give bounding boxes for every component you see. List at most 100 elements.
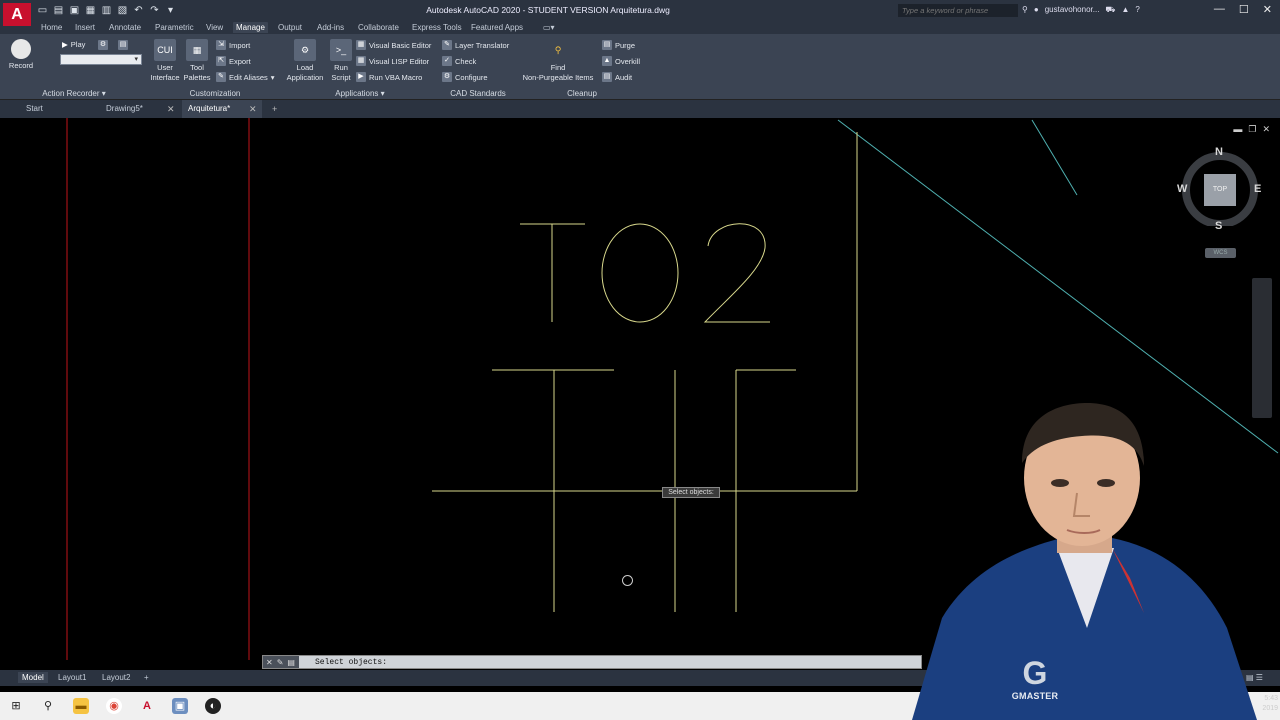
edit-aliases-button[interactable]: ✎ Edit Aliases ▾ (216, 72, 275, 82)
gmaster-logo-icon: G (1022, 655, 1048, 691)
cad-standards-panel: ✎ Layer Translator ✓ Check ⚙ Configure CAD … (438, 34, 518, 100)
layer-translator-button[interactable]: ✎ Layer Translator (442, 40, 509, 50)
autocad-taskbar-icon[interactable]: A (139, 698, 155, 714)
digit-2-stroke[interactable] (703, 223, 770, 323)
compass-east[interactable]: E (1254, 183, 1261, 195)
tab-home[interactable]: Home (38, 22, 65, 33)
autocad-logo-icon[interactable]: A (3, 3, 31, 26)
doc-tab-start[interactable]: Start (20, 100, 100, 118)
import-button[interactable]: ⇲ Import (216, 40, 250, 50)
command-prompt-text: Select objects: (315, 658, 388, 667)
window-controls: — ☐ ✕ (1214, 3, 1272, 16)
command-line[interactable]: ✕ ✎ ▤ Select objects: (262, 655, 922, 669)
run-script-button[interactable]: >_ Run Script (328, 39, 354, 83)
play-button[interactable]: ▶ Play (62, 40, 85, 49)
viewport-close-icon[interactable]: ✕ (1262, 124, 1270, 135)
minimize-button[interactable]: — (1214, 3, 1225, 16)
cyan-diagonal-line[interactable] (1031, 119, 1078, 196)
close-button[interactable]: ✕ (1263, 3, 1272, 16)
tab-add-ins[interactable]: Add-ins (314, 22, 347, 33)
command-recent-icon[interactable]: ▤ (287, 658, 295, 667)
maximize-button[interactable]: ☐ (1239, 3, 1249, 16)
viewport-minimize-icon[interactable]: ▬ (1233, 124, 1242, 135)
check-icon: ✓ (442, 56, 452, 66)
tool-palettes-icon: ▦ (186, 39, 208, 61)
visual-basic-editor-button[interactable]: ▦ Visual Basic Editor (356, 40, 431, 50)
tab-view[interactable]: View (203, 22, 226, 33)
cursor-tooltip: Select objects: (662, 487, 720, 498)
lisp-editor-icon: ▦ (356, 56, 366, 66)
layer-translator-icon: ✎ (442, 40, 452, 50)
vba-macro-icon: ▶ (356, 72, 366, 82)
record-icon (11, 39, 31, 59)
chrome-icon[interactable]: ◉ (106, 698, 122, 714)
file-explorer-icon[interactable]: ▬ (73, 698, 89, 714)
command-customize-icon[interactable]: ✎ (277, 658, 284, 667)
user-interface-button[interactable]: CUI User Interface (148, 39, 182, 83)
compass-west[interactable]: W (1177, 183, 1187, 195)
audit-button[interactable]: ▤ Audit (602, 72, 632, 82)
action-recorder-title[interactable]: Action Recorder ▾ (0, 89, 148, 98)
record-label: Record (8, 61, 34, 70)
autodesk-a360-icon[interactable]: ▲ (1122, 5, 1130, 15)
tab-annotate[interactable]: Annotate (106, 22, 144, 33)
tab-parametric[interactable]: Parametric (152, 22, 197, 33)
viewcube-top-face[interactable]: TOP (1204, 174, 1236, 206)
run-script-icon: >_ (330, 39, 352, 61)
cart-icon[interactable]: ⛟ (1105, 5, 1115, 15)
layout-tab-layout1[interactable]: Layout1 (54, 672, 90, 683)
presenter-video (912, 403, 1257, 720)
ribbon-options-icon[interactable]: ▭▾ (540, 22, 558, 33)
overkill-button[interactable]: ▲ Overkill (602, 56, 640, 66)
tab-collaborate[interactable]: Collaborate (355, 22, 402, 33)
applications-title[interactable]: Applications ▾ (282, 89, 438, 98)
run-vba-macro-button[interactable]: ▶ Run VBA Macro (356, 72, 422, 82)
new-tab-icon[interactable]: + (272, 100, 277, 118)
gmaster-brand: GMASTER (1011, 691, 1059, 701)
username[interactable]: gustavohonor... (1045, 5, 1100, 15)
viewcube[interactable]: N S E W TOP (1177, 146, 1261, 232)
recorder-options-icon[interactable]: ⚙ (98, 40, 108, 50)
customization-title: Customization (189, 89, 241, 98)
find-non-purgeable-button[interactable]: ⚲ Find Non-Purgeable Items (518, 39, 598, 83)
visual-lisp-editor-button[interactable]: ▦ Visual LISP Editor (356, 56, 429, 66)
windows-start-icon[interactable]: ⊞ (8, 698, 24, 714)
wcs-menu[interactable]: WCS (1205, 248, 1236, 258)
user-icon[interactable]: ● (1034, 5, 1039, 15)
macro-select[interactable]: ▾ (60, 54, 142, 65)
viewport-restore-icon[interactable]: ❐ (1248, 124, 1256, 135)
tab-featured-apps[interactable]: Featured Apps (468, 22, 526, 33)
tab-manage[interactable]: Manage (233, 22, 268, 33)
layout-tab-layout2[interactable]: Layout2 (98, 672, 134, 683)
command-close-icon[interactable]: ✕ (266, 658, 273, 667)
binoculars-icon[interactable]: ⚲ (1022, 5, 1028, 15)
compass-north[interactable]: N (1215, 146, 1223, 158)
broom-search-icon: ⚲ (554, 45, 562, 55)
search-icon[interactable]: ⚲ (40, 698, 56, 714)
navigation-bar[interactable] (1252, 278, 1272, 418)
load-application-button[interactable]: ⚙ Load Application (284, 39, 326, 83)
tab-output[interactable]: Output (275, 22, 305, 33)
record-button[interactable]: Record (6, 39, 36, 71)
letter-o-stroke[interactable] (601, 223, 679, 323)
app-window-icon[interactable]: ▣ (172, 698, 188, 714)
tool-palettes-button[interactable]: ▦ Tool Palettes (182, 39, 212, 83)
purge-button[interactable]: ▤ Purge (602, 40, 635, 50)
check-button[interactable]: ✓ Check (442, 56, 476, 66)
help-icon[interactable]: ? (1135, 5, 1139, 15)
layout-tab-model[interactable]: Model (18, 672, 48, 683)
system-tray-clock[interactable]: 5:43 2019 (1262, 694, 1278, 714)
doc-tab-drawing5-close-icon[interactable]: ✕ (167, 100, 175, 118)
tab-express-tools[interactable]: Express Tools (409, 22, 465, 33)
webcam-overlay (882, 398, 1280, 720)
search-input[interactable] (898, 4, 1018, 17)
doc-tab-arquitetura-close-icon[interactable]: ✕ (249, 100, 257, 118)
recorder-manage-icon[interactable]: ▤ (118, 40, 128, 50)
compass-south[interactable]: S (1215, 220, 1222, 232)
obs-icon[interactable]: ◐ (205, 698, 221, 714)
tab-insert[interactable]: Insert (72, 22, 98, 33)
export-button[interactable]: ⇱ Export (216, 56, 251, 66)
audit-icon: ▤ (602, 72, 612, 82)
configure-button[interactable]: ⚙ Configure (442, 72, 488, 82)
add-layout-icon[interactable]: + (140, 672, 153, 683)
